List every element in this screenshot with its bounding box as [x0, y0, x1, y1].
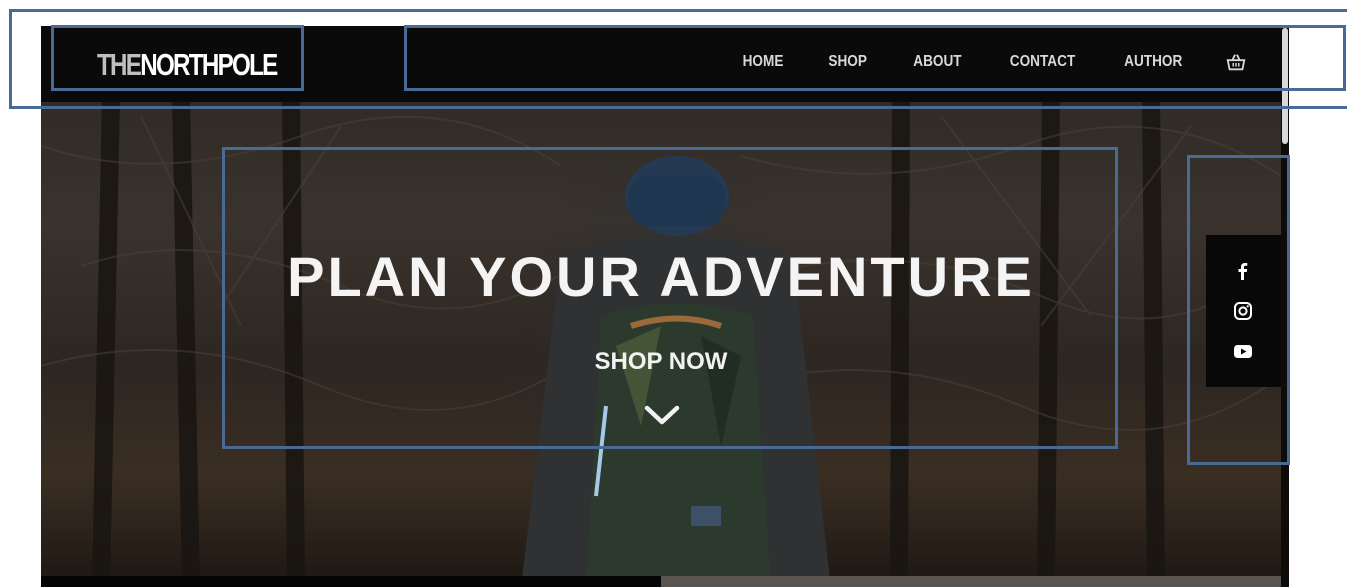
chevron-down-icon[interactable] [644, 404, 680, 426]
logo-name: NORTHPOLE [140, 47, 278, 82]
instagram-icon[interactable] [1233, 301, 1253, 321]
next-section-left [41, 576, 661, 587]
shopping-basket-icon[interactable] [1225, 51, 1247, 73]
social-sidebar [1206, 235, 1286, 387]
nav-link-author[interactable]: AUTHOR [1124, 53, 1182, 71]
logo-prefix: THE [97, 47, 142, 82]
top-navbar: THENORTHPOLE HOME SHOP ABOUT CONTACT AUT… [41, 26, 1281, 102]
nav-link-contact[interactable]: CONTACT [1009, 53, 1074, 71]
facebook-icon[interactable] [1233, 261, 1253, 281]
youtube-icon[interactable] [1233, 341, 1253, 361]
shop-now-button[interactable]: SHOP NOW [595, 348, 728, 375]
shop-now-container: SHOP NOW [41, 348, 1281, 376]
nav-link-shop[interactable]: SHOP [829, 53, 868, 71]
page-scrollbar[interactable] [1281, 26, 1289, 587]
nav-link-about[interactable]: ABOUT [913, 53, 961, 71]
nav-link-home[interactable]: HOME [743, 53, 784, 71]
next-section-right [661, 576, 1281, 587]
scrollbar-thumb[interactable] [1282, 28, 1288, 144]
website-frame: THENORTHPOLE HOME SHOP ABOUT CONTACT AUT… [41, 26, 1289, 587]
hero-title: PLAN YOUR ADVENTURE [287, 245, 1035, 308]
site-logo[interactable]: THENORTHPOLE [97, 47, 278, 82]
nav-links: HOME SHOP ABOUT CONTACT AUTHOR [701, 50, 1247, 74]
